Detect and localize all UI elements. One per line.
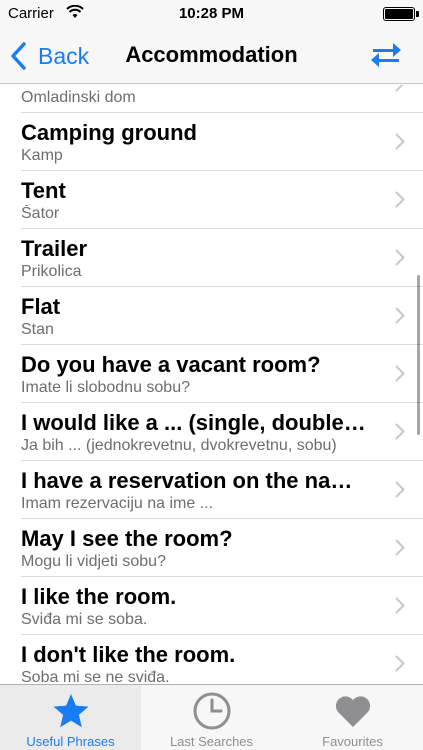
scroll-indicator — [417, 275, 420, 435]
tab-label: Useful Phrases — [26, 734, 115, 749]
phrase-translation: Sviđa mi se soba. — [21, 611, 148, 628]
phrase-english: I have a reservation on the name ... — [21, 468, 371, 493]
phrase-row[interactable]: Trailer Prikolica — [21, 229, 423, 287]
status-time: 10:28 PM — [178, 5, 245, 22]
clock-icon — [193, 692, 230, 730]
phrase-row[interactable]: Youth hostel Omladinski dom — [21, 85, 423, 113]
phrase-translation: Imam rezervaciju na ime ... — [21, 495, 214, 512]
status-bar: Carrier 10:28 PM — [0, 0, 423, 28]
phrase-english: I don't like the room. — [21, 642, 236, 667]
chevron-right-icon — [395, 191, 405, 208]
chevron-right-icon — [395, 597, 405, 614]
tab-useful-phrases[interactable]: Useful Phrases — [0, 685, 141, 750]
phrase-row[interactable]: I have a reservation on the name ... Ima… — [21, 461, 423, 519]
chevron-right-icon — [395, 249, 405, 266]
phrase-row[interactable]: Camping ground Kamp — [21, 113, 423, 171]
star-icon — [53, 694, 88, 728]
phrase-list-content: Youth hostel Omladinski dom Camping grou… — [0, 85, 423, 684]
chevron-right-icon — [395, 423, 405, 440]
chevron-right-icon — [395, 85, 404, 92]
phrase-row[interactable]: May I see the room? Mogu li vidjeti sobu… — [21, 519, 423, 577]
tab-favourites[interactable]: Favourites — [282, 685, 423, 750]
phrase-translation: Imate li slobodnu sobu? — [21, 379, 190, 396]
tab-bar: Useful Phrases Last Searches Favourites — [0, 684, 423, 750]
heart-icon — [335, 696, 370, 727]
phrase-row[interactable]: I like the room. Sviđa mi se soba. — [21, 577, 423, 635]
phrase-english: Camping ground — [21, 120, 197, 145]
chevron-right-icon — [395, 481, 405, 498]
phrase-english: Do you have a vacant room? — [21, 352, 321, 377]
phrase-translation: Omladinski dom — [21, 89, 136, 106]
phrase-row[interactable]: Tent Šator — [21, 171, 423, 229]
tab-label: Favourites — [322, 734, 383, 749]
phrase-translation: Prikolica — [21, 263, 82, 280]
phrase-english: I would like a ... (single, double room) — [21, 410, 371, 435]
phrase-english: May I see the room? — [21, 526, 233, 551]
phrase-row[interactable]: Do you have a vacant room? Imate li slob… — [21, 345, 423, 403]
chevron-right-icon — [395, 365, 405, 382]
phrase-translation: Ja bih ... (jednokrevetnu, dvokrevetnu, … — [21, 437, 337, 454]
tab-last-searches[interactable]: Last Searches — [141, 685, 282, 750]
navigation-bar: Back Accommodation — [0, 28, 423, 84]
chevron-right-icon — [395, 307, 405, 324]
phrase-translation: Šator — [21, 205, 60, 222]
phrase-english: Tent — [21, 178, 66, 203]
phrase-english: Youth hostel — [21, 85, 371, 88]
phrase-row[interactable]: I don't like the room. Soba mi se ne svi… — [21, 635, 423, 684]
phrase-english: Trailer — [21, 236, 88, 261]
page-title: Accommodation — [125, 42, 298, 67]
phrase-list[interactable]: Youth hostel Omladinski dom Camping grou… — [0, 85, 423, 684]
tab-label: Last Searches — [169, 734, 254, 749]
chevron-right-icon — [395, 133, 405, 150]
chevron-right-icon — [395, 539, 405, 556]
swap-languages-icon[interactable] — [369, 38, 403, 72]
phrase-english: Flat — [21, 294, 61, 319]
phrase-translation: Soba mi se ne sviđa. — [21, 669, 170, 684]
phrase-translation: Mogu li vidjeti sobu? — [21, 553, 166, 570]
phrase-english: I like the room. — [21, 584, 177, 609]
phrase-row[interactable]: Flat Stan — [21, 287, 423, 345]
phrase-row[interactable]: I would like a ... (single, double room)… — [21, 403, 423, 461]
phrase-translation: Stan — [21, 321, 54, 338]
phrase-translation: Kamp — [21, 147, 63, 164]
chevron-right-icon — [395, 655, 405, 672]
battery-icon — [383, 7, 419, 21]
